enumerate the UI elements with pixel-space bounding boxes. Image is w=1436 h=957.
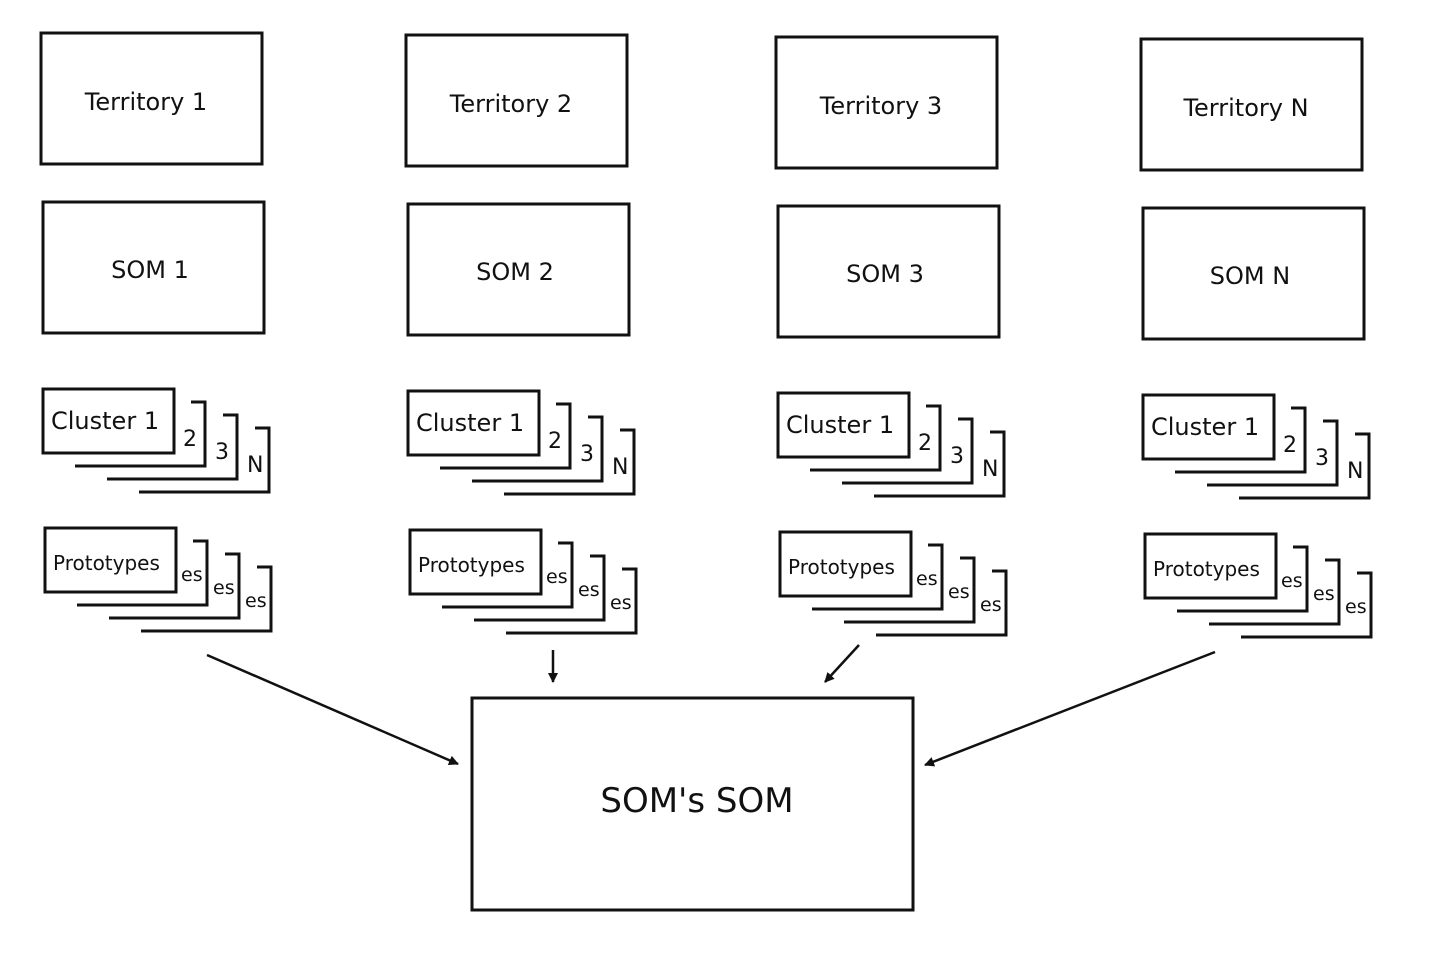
stacked-card-label: es [1345,596,1367,618]
territory-label: Territory N [1182,94,1308,122]
stacked-card-label: es [578,579,600,601]
stacked-card-label: es [948,581,970,603]
front-card-label: Prototypes [53,551,160,575]
territory-label: Territory 3 [819,92,942,120]
som-label: SOM 3 [846,260,924,288]
stacked-card-label: N [1347,459,1363,484]
stacked-card-label: 3 [580,442,594,467]
territory-label: Territory 2 [449,90,572,118]
prototype-stack: esesesPrototypes [778,530,1008,637]
column-1: Territory 1SOM 1N32Cluster 1esesesProtot… [39,31,273,633]
cluster-stack: N32 Cluster 1 [776,391,1006,498]
som-of-soms-box: SOM's SOM [470,696,915,912]
som-box: SOM 2 [406,202,631,337]
stacked-card-label: es [1313,583,1335,605]
territory-box: Territory 1 [39,31,264,166]
stacked-card-label: 2 [1283,433,1297,458]
column-2: Territory 2SOM 2N32Cluster 1esesesProtot… [404,33,638,635]
cluster-stack: N32 Cluster 1 [406,389,636,496]
som-hierarchy-diagram: Territory 1SOM 1N32Cluster 1esesesProtot… [39,31,1373,912]
stacked-card-label: es [610,592,632,614]
stacked-card-label: 3 [215,440,229,465]
territory-label: Territory 1 [84,88,207,116]
stacked-card-label: es [916,568,938,590]
stacked-card-label: N [247,453,263,478]
prototype-stack: esesesPrototypes [408,528,638,635]
stacked-card-label: es [546,566,568,588]
territory-box: Territory 2 [404,33,629,168]
stacked-card-label: 2 [548,429,562,454]
stacked-card-label: 2 [183,427,197,452]
stacked-card-label: es [1281,570,1303,592]
stacked-card-label: 3 [1315,446,1329,471]
stacked-card-label: es [245,590,267,612]
arrow-col3 [824,644,860,683]
stacked-card-label: 2 [918,431,932,456]
front-card-label: Cluster 1 [786,411,894,439]
territory-box: Territory 3 [774,35,999,170]
som-box: SOM 3 [776,204,1001,339]
som-box: SOM N [1141,206,1366,341]
front-card-label: Cluster 1 [1151,413,1259,441]
som-box: SOM 1 [41,200,266,335]
arrow-col4 [924,650,1216,767]
stacked-card-label: 3 [950,444,964,469]
som-label: SOM 1 [111,256,189,284]
front-card-label: Cluster 1 [51,407,159,435]
front-card-label: Cluster 1 [416,409,524,437]
territory-box: Territory N [1139,37,1364,172]
prototype-stack: esesesPrototypes [1143,532,1373,639]
front-card-label: Prototypes [418,553,525,577]
column-3: Territory 3SOM 3N32Cluster 1esesesProtot… [774,35,1008,637]
stacked-card-label: N [982,457,998,482]
front-card-label: Prototypes [788,555,895,579]
column-4: Territory NSOM NN32Cluster 1esesesProtot… [1139,37,1373,639]
stacked-card-label: es [980,594,1002,616]
cluster-stack: N32 Cluster 1 [1141,393,1371,500]
stacked-card-label: N [612,455,628,480]
som-label: SOM 2 [476,258,554,286]
som-of-soms-label: SOM's SOM [600,781,793,821]
cluster-stack: N32 Cluster 1 [41,387,271,494]
arrow-col1 [206,653,459,766]
front-card-label: Prototypes [1153,557,1260,581]
prototype-stack: esesesPrototypes [43,526,273,633]
stacked-card-label: es [213,577,235,599]
som-label: SOM N [1210,262,1290,290]
stacked-card-label: es [181,564,203,586]
